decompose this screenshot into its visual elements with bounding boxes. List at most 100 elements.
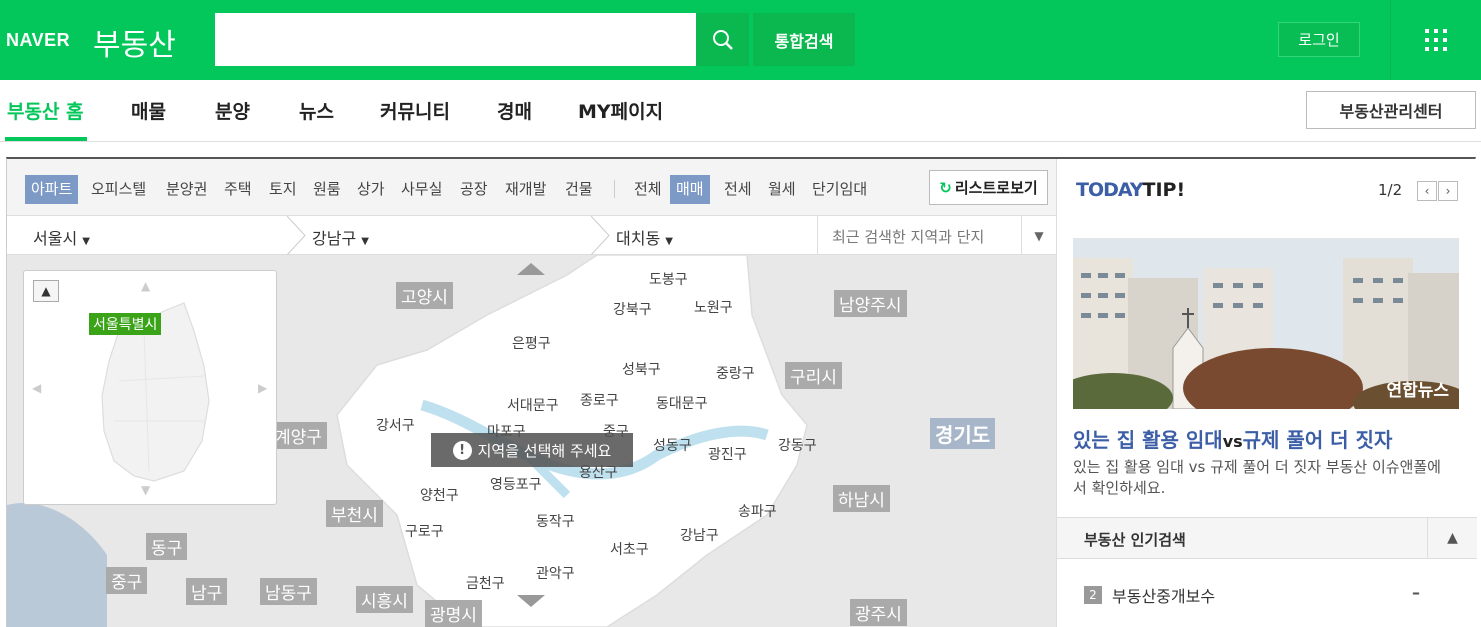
region-label[interactable]: 시흥시 bbox=[356, 586, 413, 613]
district-label[interactable]: 관악구 bbox=[536, 563, 575, 583]
seoul-badge[interactable]: 서울특별시 bbox=[89, 313, 162, 335]
tip-label: TIP! bbox=[1142, 179, 1186, 201]
nav-listings[interactable]: 매물 bbox=[131, 97, 166, 124]
type-tab-officetel[interactable]: 오피스텔 bbox=[91, 175, 146, 204]
service-logo[interactable]: 부동산 bbox=[93, 20, 176, 64]
search-button[interactable] bbox=[696, 13, 749, 66]
region-label[interactable]: 광명시 bbox=[425, 600, 482, 627]
popular-search-item[interactable]: 2 부동산중개보수 bbox=[1084, 583, 1215, 607]
minimap-up-arrow-icon[interactable]: ▲ bbox=[141, 279, 150, 293]
city-select[interactable]: 서울시 ▼ bbox=[33, 225, 90, 249]
district-label[interactable]: 서초구 bbox=[610, 539, 649, 559]
tip-news-photo[interactable]: 연합뉴스 bbox=[1073, 238, 1459, 409]
region-label[interactable]: 남구 bbox=[186, 578, 228, 605]
chevron-right-icon: › bbox=[1445, 184, 1451, 198]
search-input[interactable] bbox=[215, 13, 696, 66]
region-label[interactable]: 구리시 bbox=[785, 362, 842, 389]
district-label[interactable]: 노원구 bbox=[694, 297, 733, 317]
recent-search-select[interactable]: 최근 검색한 지역과 단지 ▼ bbox=[817, 216, 1056, 255]
nav-community[interactable]: 커뮤니티 bbox=[380, 97, 450, 124]
nav-home[interactable]: 부동산 홈 bbox=[7, 97, 84, 124]
deal-tab-monthly[interactable]: 월세 bbox=[768, 175, 796, 204]
district-label[interactable]: 광진구 bbox=[708, 444, 747, 464]
region-label[interactable]: 고양시 bbox=[396, 282, 453, 309]
today-tip-heading: TODAYTIP! bbox=[1076, 179, 1185, 201]
next-tip-button[interactable]: › bbox=[1438, 181, 1458, 201]
type-tab-house[interactable]: 주택 bbox=[224, 175, 252, 204]
location-bar: 서울시 ▼ 강남구 ▼ 대치동 ▼ 최근 검색한 지역과 단지 ▼ bbox=[7, 216, 1056, 255]
region-label[interactable]: 중구 bbox=[106, 567, 148, 594]
photo-caption: 연합뉴스 bbox=[1386, 381, 1449, 401]
minimap-down-arrow-icon[interactable]: ▼ bbox=[141, 483, 150, 497]
district-label[interactable]: 서대문구 bbox=[507, 395, 559, 415]
nav-presale[interactable]: 분양 bbox=[215, 97, 250, 124]
popular-collapse-button[interactable]: ▲ bbox=[1427, 518, 1477, 558]
nav-auction[interactable]: 경매 bbox=[497, 97, 532, 124]
deal-tab-jeonse[interactable]: 전세 bbox=[724, 175, 752, 204]
today-label: TODAY bbox=[1076, 179, 1144, 201]
district-label[interactable]: 동대문구 bbox=[656, 393, 708, 413]
recent-dropdown-button[interactable]: ▼ bbox=[1021, 216, 1056, 255]
map-pan-down-arrow[interactable] bbox=[517, 595, 545, 607]
management-center-button[interactable]: 부동산관리센터 bbox=[1306, 91, 1476, 129]
district-label[interactable]: 동작구 bbox=[536, 511, 575, 531]
region-label[interactable]: 하남시 bbox=[833, 485, 890, 512]
region-label[interactable]: 부천시 bbox=[326, 500, 383, 527]
type-tab-redevelopment[interactable]: 재개발 bbox=[505, 175, 546, 204]
chevron-left-icon: ‹ bbox=[1424, 184, 1430, 198]
region-label[interactable]: 남양주시 bbox=[834, 290, 907, 317]
district-label[interactable]: 은평구 bbox=[512, 333, 551, 353]
naver-logo[interactable]: NAVER bbox=[6, 30, 70, 51]
type-tab-building[interactable]: 건물 bbox=[565, 175, 593, 204]
filter-bar: 아파트 오피스텔 분양권 주택 토지 원룸 상가 사무실 공장 재개발 건물 전… bbox=[7, 159, 1056, 216]
region-label[interactable]: 광주시 bbox=[850, 599, 907, 626]
deal-tab-short-term[interactable]: 단기임대 bbox=[812, 175, 867, 204]
district-label[interactable]: 강서구 bbox=[376, 415, 415, 435]
district-select[interactable]: 강남구 ▼ bbox=[312, 225, 369, 249]
list-view-button[interactable]: ↻ 리스트로보기 bbox=[929, 170, 1048, 205]
type-tab-factory[interactable]: 공장 bbox=[460, 175, 488, 204]
map-area[interactable]: 고양시 남양주시 구리시 경기도 계양구 부천시 하남시 동구 중구 남구 남동… bbox=[7, 255, 1056, 627]
region-label[interactable]: 계양구 bbox=[270, 422, 327, 449]
total-search-button[interactable]: 통합검색 bbox=[753, 13, 855, 66]
district-label[interactable]: 종로구 bbox=[580, 390, 619, 410]
map-pan-up-arrow[interactable] bbox=[517, 263, 545, 275]
caret-down-icon: ▼ bbox=[1034, 228, 1044, 243]
type-tab-land[interactable]: 토지 bbox=[269, 175, 297, 204]
breadcrumb-arrow-icon bbox=[591, 216, 610, 255]
minimap-left-arrow-icon[interactable]: ◀ bbox=[32, 381, 41, 395]
district-label[interactable]: 중랑구 bbox=[716, 363, 755, 383]
district-label[interactable]: 강동구 bbox=[778, 435, 817, 455]
prev-tip-button[interactable]: ‹ bbox=[1417, 181, 1437, 201]
district-label[interactable]: 양천구 bbox=[420, 485, 459, 505]
type-tab-store[interactable]: 상가 bbox=[357, 175, 385, 204]
nav-news[interactable]: 뉴스 bbox=[299, 97, 334, 124]
district-label[interactable]: 영등포구 bbox=[490, 474, 542, 494]
deal-tab-all[interactable]: 전체 bbox=[634, 175, 662, 204]
nav-mypage[interactable]: MY페이지 bbox=[578, 97, 663, 124]
type-tab-oneroom[interactable]: 원룸 bbox=[313, 175, 341, 204]
type-tab-office[interactable]: 사무실 bbox=[401, 175, 442, 204]
district-label[interactable]: 송파구 bbox=[738, 501, 777, 521]
district-label[interactable]: 강남구 bbox=[680, 525, 719, 545]
district-label[interactable]: 금천구 bbox=[466, 573, 505, 593]
apps-menu-button[interactable] bbox=[1390, 0, 1481, 80]
district-label[interactable]: 성동구 bbox=[653, 435, 692, 455]
dong-select[interactable]: 대치동 ▼ bbox=[616, 225, 673, 249]
region-label[interactable]: 동구 bbox=[146, 533, 188, 560]
type-tab-presale-right[interactable]: 분양권 bbox=[166, 175, 207, 204]
type-tab-apartment[interactable]: 아파트 bbox=[25, 175, 79, 204]
deal-tab-sale[interactable]: 매매 bbox=[670, 175, 710, 204]
district-label[interactable]: 강북구 bbox=[613, 299, 652, 319]
district-label[interactable]: 성북구 bbox=[622, 359, 661, 379]
login-button[interactable]: 로그인 bbox=[1278, 22, 1360, 57]
title-vs: vs bbox=[1222, 432, 1243, 451]
region-label[interactable]: 경기도 bbox=[930, 418, 996, 449]
tip-news-title[interactable]: 있는 집 활용 임대vs규제 풀어 더 짓자 bbox=[1073, 424, 1392, 453]
district-label[interactable]: 도봉구 bbox=[649, 269, 688, 289]
title-part1: 있는 집 활용 임대 bbox=[1073, 428, 1223, 452]
district-label[interactable]: 구로구 bbox=[405, 521, 444, 541]
minimap-right-arrow-icon[interactable]: ▶ bbox=[258, 381, 267, 395]
korea-minimap[interactable]: ▲ 서울특별시 ▲ ▼ ◀ ▶ bbox=[23, 270, 277, 505]
region-label[interactable]: 남동구 bbox=[260, 578, 317, 605]
